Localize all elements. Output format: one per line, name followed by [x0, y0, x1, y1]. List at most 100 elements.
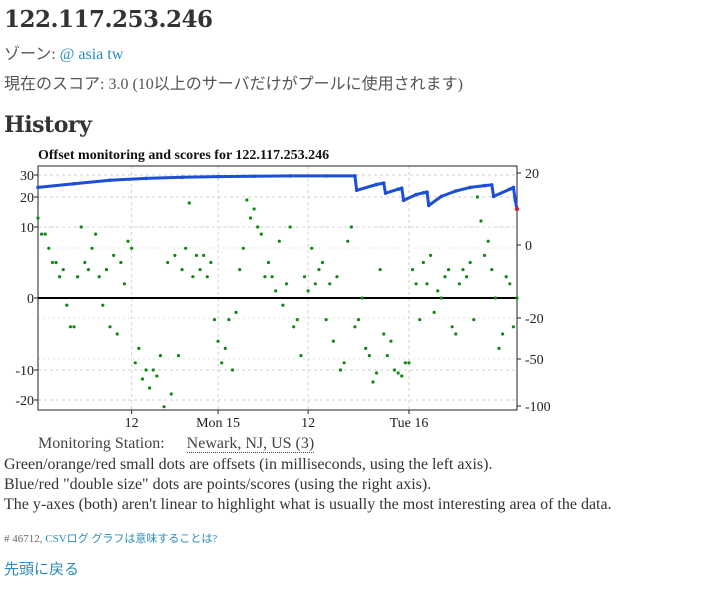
scores-series: [36, 174, 520, 212]
offset-point: [137, 346, 141, 350]
current-score: 現在のスコア: 3.0 (10以上のサーバだけがプールに使用されます): [4, 76, 463, 93]
offset-point: [234, 310, 238, 314]
offset-point: [162, 405, 166, 409]
offset-point: [180, 268, 184, 272]
offset-point: [212, 318, 217, 322]
offset-point: [454, 332, 458, 336]
y-right-tick-label: -100: [525, 400, 551, 415]
monitoring-station-select[interactable]: Newark, NJ, US (3): [186, 435, 315, 453]
offset-point: [256, 225, 260, 229]
offset-point: [220, 361, 224, 365]
zone-label: ゾーン:: [4, 46, 56, 63]
score-point-low: [514, 206, 520, 212]
offset-point: [331, 339, 335, 343]
offset-point: [266, 260, 271, 265]
offset-point: [464, 275, 469, 279]
offset-point: [101, 303, 105, 307]
offset-point: [389, 339, 393, 343]
offset-point: [104, 268, 109, 272]
offset-point: [230, 368, 235, 372]
y-left-tick-label: -20: [15, 394, 34, 409]
y-left-tick-label: -10: [15, 364, 34, 379]
offset-point: [115, 332, 119, 336]
zone-link[interactable]: @ asia tw: [60, 46, 124, 63]
offset-point: [414, 282, 418, 286]
offset-point: [400, 374, 404, 378]
offset-point: [328, 282, 332, 286]
offset-point: [270, 275, 274, 279]
plot-frame: [37, 165, 518, 411]
score-point: [381, 181, 386, 185]
offset-point: [133, 361, 137, 365]
offset-score-chart: Offset monitoring and scores for 122.117…: [15, 148, 551, 431]
offset-point: [43, 232, 47, 236]
y-left-tick-label: 30: [20, 169, 34, 184]
offset-point: [490, 268, 494, 272]
graph-meaning-link[interactable]: グラフは意味することは?: [91, 533, 217, 545]
score-point: [489, 183, 494, 187]
offset-point: [227, 318, 231, 322]
score-point: [353, 174, 357, 178]
back-to-top-link[interactable]: 先頭に戻る: [4, 558, 79, 579]
score-point: [482, 183, 487, 188]
monitoring-station: Monitoring Station: Newark, NJ, US (3): [38, 435, 315, 453]
offset-point: [263, 275, 267, 279]
offset-point: [299, 354, 303, 358]
csv-log-link[interactable]: CSVログ: [45, 533, 88, 545]
offset-point: [284, 282, 289, 286]
offset-point: [461, 268, 465, 272]
offset-point: [83, 260, 87, 265]
offset-point: [382, 332, 386, 336]
score-point: [374, 182, 379, 187]
offset-point: [436, 289, 440, 293]
offset-point: [457, 282, 461, 286]
x-tick-label: 12: [125, 416, 139, 431]
offset-point: [108, 325, 112, 329]
score-point: [252, 174, 256, 179]
offset-point: [252, 207, 256, 211]
offset-point: [54, 260, 58, 265]
offset-point: [151, 368, 155, 372]
history-heading: History: [4, 112, 92, 138]
offset-point: [475, 195, 479, 199]
offset-point: [407, 361, 411, 365]
offset-point: [198, 268, 202, 272]
offset-point: [313, 282, 317, 286]
offset-point: [58, 275, 62, 279]
score-point: [324, 174, 328, 178]
score-point: [453, 189, 458, 193]
offset-point: [418, 318, 422, 322]
zone-line: ゾーン: @ asia tw: [4, 40, 123, 64]
legend-axes-note: The y-axes (both) aren't linear to highl…: [4, 496, 612, 513]
offset-point: [410, 268, 415, 272]
offset-point: [450, 325, 454, 329]
offset-point: [353, 325, 357, 329]
monitoring-station-label: Monitoring Station:: [38, 435, 165, 452]
x-tick-label: 12: [301, 416, 315, 431]
score-point: [108, 178, 112, 182]
y-left-tick-label: 0: [27, 292, 34, 307]
score-point: [414, 192, 418, 197]
offset-point: [468, 260, 472, 265]
score-point: [288, 174, 292, 178]
offset-point: [486, 239, 490, 243]
offset-point: [374, 371, 379, 375]
offset-point: [191, 275, 195, 279]
score-point: [144, 176, 148, 181]
footer-links: # 46712, CSVログ グラフは意味することは?: [4, 530, 217, 546]
offset-point: [446, 268, 451, 272]
offset-point: [346, 239, 350, 243]
offset-point: [356, 318, 361, 322]
offset-point: [472, 318, 476, 322]
offset-point: [68, 325, 73, 329]
score-point: [425, 190, 429, 194]
offset-point: [97, 275, 101, 279]
offset-point: [202, 253, 206, 257]
score-point: [507, 187, 512, 191]
score-point: [511, 185, 516, 190]
offset-point: [367, 354, 371, 358]
y-left-tick-label: 10: [20, 221, 34, 236]
offset-point: [360, 296, 364, 300]
offset-point: [320, 260, 325, 265]
offset-point: [302, 275, 307, 279]
